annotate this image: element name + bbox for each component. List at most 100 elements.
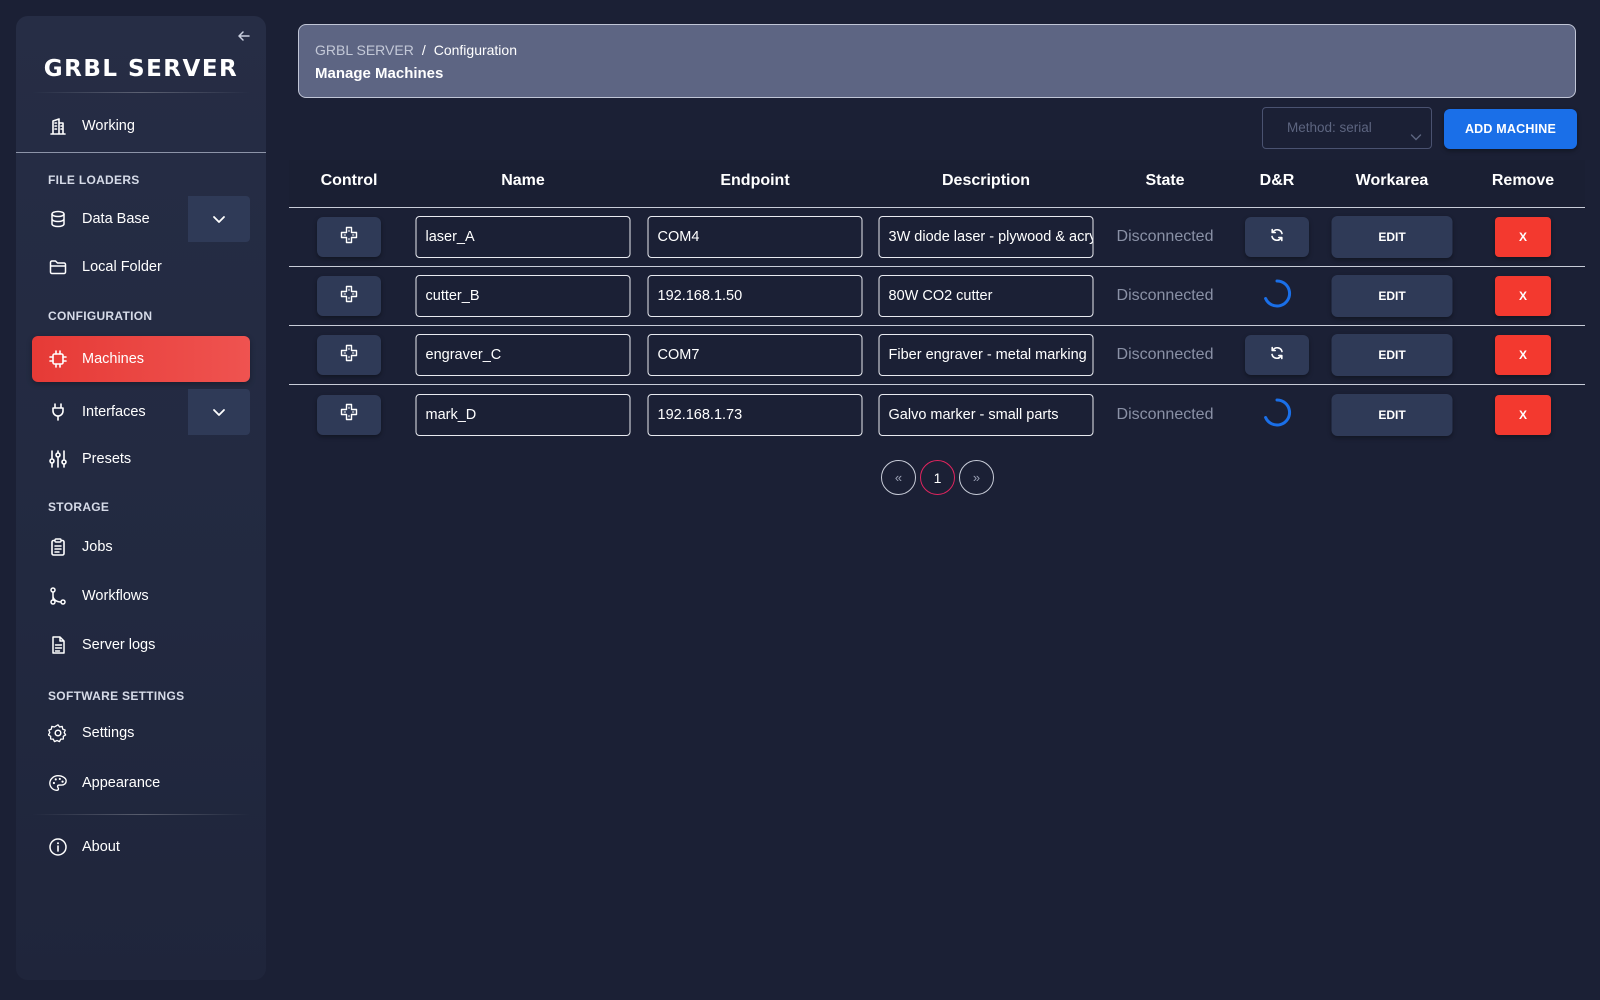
chevron-down-icon[interactable] — [188, 389, 250, 435]
column-header-dr: D&R — [1259, 172, 1295, 189]
sliders-icon — [48, 449, 68, 469]
prev-page-button[interactable]: « — [881, 460, 916, 495]
sidebar-item-local-folder[interactable]: Local Folder — [32, 244, 250, 290]
divider — [32, 814, 250, 815]
sidebar-item-label: Server logs — [82, 637, 156, 653]
edit-workarea-button[interactable]: EDIT — [1331, 275, 1453, 317]
table-body: laser_A COM4 3W diode laser - plywood & … — [289, 208, 1585, 444]
sidebar-item-interfaces[interactable]: Interfaces — [32, 389, 250, 435]
sidebar-item-server-logs[interactable]: Server logs — [32, 622, 250, 668]
file-text-icon — [48, 635, 68, 655]
section-configuration: CONFIGURATION — [48, 309, 153, 323]
chevron-down-icon — [1409, 120, 1423, 141]
table-row: mark_D 192.168.1.73 Galvo marker - small… — [289, 385, 1585, 444]
control-button[interactable] — [317, 394, 381, 435]
refresh-button[interactable] — [1245, 335, 1309, 375]
machine-endpoint-input[interactable]: COM4 — [647, 216, 863, 258]
breadcrumb: GRBL SERVER / Configuration — [315, 42, 517, 58]
section-storage: STORAGE — [48, 500, 110, 514]
machine-name-input[interactable]: mark_D — [415, 393, 631, 436]
control-button[interactable] — [317, 335, 381, 375]
sidebar-item-label: Local Folder — [82, 259, 162, 275]
edit-workarea-button[interactable]: EDIT — [1331, 216, 1453, 258]
method-select-value: Method: serial — [1287, 120, 1372, 135]
sidebar-item-machines[interactable]: Machines — [32, 336, 250, 382]
info-icon — [48, 837, 68, 857]
page-title: Manage Machines — [315, 65, 444, 82]
machine-endpoint-input[interactable]: 192.168.1.50 — [647, 275, 863, 317]
sidebar-item-data-base[interactable]: Data Base — [32, 196, 250, 242]
sidebar-item-settings[interactable]: Settings — [32, 710, 250, 756]
sidebar-item-presets[interactable]: Presets — [32, 436, 250, 482]
divider — [16, 152, 266, 153]
sidebar-item-jobs[interactable]: Jobs — [32, 524, 250, 570]
sidebar-item-appearance[interactable]: Appearance — [32, 760, 250, 806]
loading-spinner-icon — [1264, 397, 1292, 426]
building-icon — [48, 116, 68, 136]
folder-icon — [48, 257, 68, 277]
remove-machine-button[interactable]: X — [1495, 276, 1551, 316]
breadcrumb-current: Configuration — [433, 42, 517, 58]
refresh-button[interactable] — [1245, 217, 1309, 257]
machine-name-input[interactable]: cutter_B — [415, 275, 631, 317]
sidebar-item-about[interactable]: About — [32, 824, 250, 870]
breadcrumb-separator: / — [421, 42, 426, 58]
sidebar-item-label: Machines — [82, 351, 145, 367]
machine-description-input[interactable]: 3W diode laser - plywood & acrylic — [878, 216, 1094, 258]
sidebar-item-label: About — [82, 839, 120, 855]
remove-machine-button[interactable]: X — [1495, 335, 1551, 375]
collapse-sidebar-icon[interactable] — [236, 28, 252, 44]
loading-spinner-icon — [1264, 279, 1292, 308]
section-software-settings: SOFTWARE SETTINGS — [48, 689, 185, 703]
sidebar-item-label: Presets — [82, 451, 132, 467]
machine-description-input[interactable]: Galvo marker - small parts — [878, 393, 1094, 436]
add-machine-button[interactable]: ADD MACHINE — [1444, 109, 1577, 149]
column-header-control: Control — [320, 172, 378, 189]
control-button[interactable] — [317, 217, 381, 257]
machine-endpoint-input[interactable]: COM7 — [647, 334, 863, 376]
table-header: Control Name Endpoint Description State … — [289, 160, 1585, 208]
remove-machine-button[interactable]: X — [1495, 394, 1551, 435]
refresh-icon — [1269, 227, 1285, 248]
machine-state: Disconnected — [1116, 228, 1214, 245]
sidebar-item-workflows[interactable]: Workflows — [32, 573, 250, 619]
palette-icon — [48, 773, 68, 793]
page-header: GRBL SERVER / Configuration Manage Machi… — [298, 24, 1576, 98]
column-header-name: Name — [501, 172, 545, 189]
gear-icon — [48, 723, 68, 743]
chevron-down-icon[interactable] — [188, 196, 250, 242]
edit-workarea-button[interactable]: EDIT — [1331, 393, 1453, 436]
sidebar-item-working[interactable]: Working — [32, 103, 250, 149]
cpu-chip-icon — [48, 349, 68, 369]
machine-name-input[interactable]: laser_A — [415, 216, 631, 258]
column-header-state: State — [1145, 172, 1185, 189]
table-row: laser_A COM4 3W diode laser - plywood & … — [289, 208, 1585, 267]
machine-state: Disconnected — [1116, 287, 1214, 304]
page-button-current[interactable]: 1 — [920, 460, 955, 495]
database-icon — [48, 209, 68, 229]
next-page-button[interactable]: » — [959, 460, 994, 495]
sidebar-item-label: Working — [82, 118, 135, 134]
method-select[interactable]: Method: serial — [1262, 107, 1432, 149]
column-header-workarea: Workarea — [1355, 172, 1429, 189]
machine-description-input[interactable]: 80W CO2 cutter — [878, 275, 1094, 317]
divider — [32, 92, 250, 93]
breadcrumb-root[interactable]: GRBL SERVER — [315, 42, 414, 58]
app-logo: GRBL SERVER — [43, 56, 239, 82]
control-button[interactable] — [317, 276, 381, 316]
remove-machine-button[interactable]: X — [1495, 217, 1551, 257]
edit-workarea-button[interactable]: EDIT — [1331, 334, 1453, 376]
machine-state: Disconnected — [1116, 346, 1214, 363]
machine-endpoint-input[interactable]: 192.168.1.73 — [647, 393, 863, 436]
clipboard-icon — [48, 537, 68, 557]
sidebar-item-label: Interfaces — [82, 404, 146, 420]
git-branch-icon — [48, 586, 68, 606]
sidebar-item-label: Data Base — [82, 211, 150, 227]
sidebar: GRBL SERVER Working FILE LOADERS Data Ba… — [16, 16, 266, 980]
sidebar-item-label: Appearance — [82, 775, 161, 791]
column-header-description: Description — [941, 172, 1031, 189]
table-row: cutter_B 192.168.1.50 80W CO2 cutter Dis… — [289, 267, 1585, 326]
machine-name-input[interactable]: engraver_C — [415, 334, 631, 376]
machine-description-input[interactable]: Fiber engraver - metal marking — [878, 334, 1094, 376]
machines-table: Control Name Endpoint Description State … — [289, 160, 1585, 444]
